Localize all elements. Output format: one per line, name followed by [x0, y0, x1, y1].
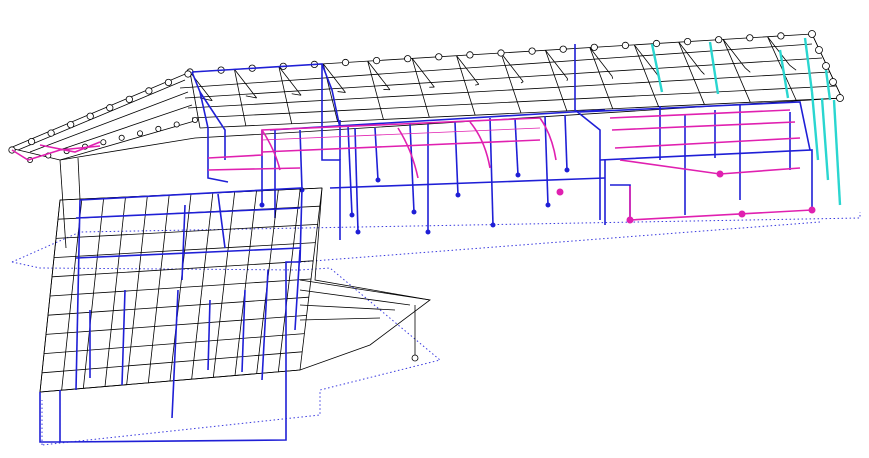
structural-wireframe-model[interactable] — [0, 0, 869, 458]
wing-steel-frame — [39, 187, 303, 443]
wing-roof-mesh — [39, 157, 431, 393]
ground-outline — [11, 212, 861, 446]
model-viewport[interactable] — [0, 0, 869, 458]
